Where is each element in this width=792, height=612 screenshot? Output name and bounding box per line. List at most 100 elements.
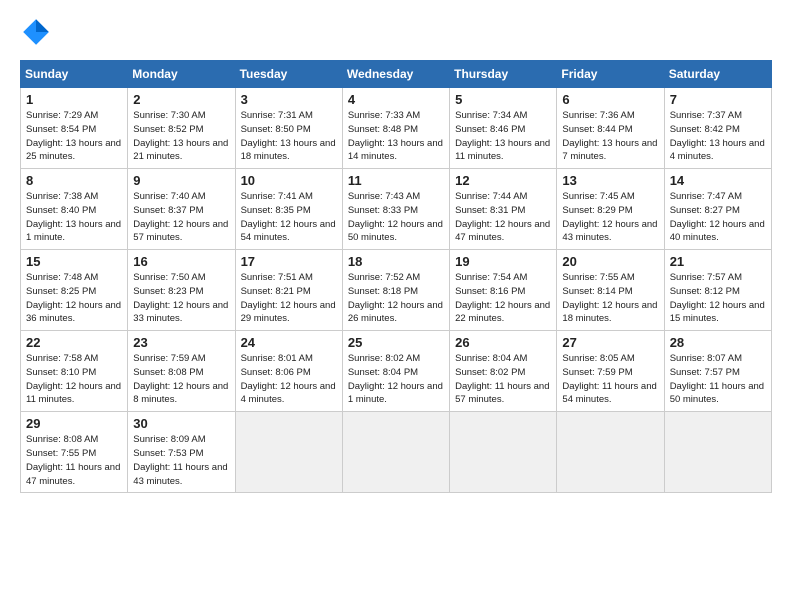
calendar-cell: 21 Sunrise: 7:57 AMSunset: 8:12 PMDayligh… bbox=[664, 250, 771, 331]
calendar-cell: 22Sunrise: 7:58 AMSunset: 8:10 PMDayligh… bbox=[21, 331, 128, 412]
calendar-cell: 16 Sunrise: 7:50 AMSunset: 8:23 PMDayligh… bbox=[128, 250, 235, 331]
calendar-cell: 24Sunrise: 8:01 AMSunset: 8:06 PMDayligh… bbox=[235, 331, 342, 412]
day-info: Sunrise: 7:54 AMSunset: 8:16 PMDaylight:… bbox=[455, 271, 551, 326]
calendar-cell: 2Sunrise: 7:30 AMSunset: 8:52 PMDaylight… bbox=[128, 88, 235, 169]
calendar-cell: 27 Sunrise: 8:05 AMSunset: 7:59 PMDayligh… bbox=[557, 331, 664, 412]
day-number: 1 bbox=[26, 92, 122, 107]
day-number: 7 bbox=[670, 92, 766, 107]
calendar-cell: 1 Sunrise: 7:29 AMSunset: 8:54 PMDaylight… bbox=[21, 88, 128, 169]
calendar-cell: 30 Sunrise: 8:09 AMSunset: 7:53 PMDayligh… bbox=[128, 412, 235, 493]
day-info: Sunrise: 7:51 AMSunset: 8:21 PMDaylight:… bbox=[241, 271, 337, 326]
weekday-thursday: Thursday bbox=[450, 61, 557, 88]
calendar-cell: 8 Sunrise: 7:38 AMSunset: 8:40 PMDaylight… bbox=[21, 169, 128, 250]
day-info: Sunrise: 7:45 AMSunset: 8:29 PMDaylight:… bbox=[562, 190, 658, 245]
calendar-cell: 26 Sunrise: 8:04 AMSunset: 8:02 PMDayligh… bbox=[450, 331, 557, 412]
weekday-wednesday: Wednesday bbox=[342, 61, 449, 88]
day-info: Sunrise: 8:02 AMSunset: 8:04 PMDaylight:… bbox=[348, 352, 444, 407]
day-info: Sunrise: 7:36 AMSunset: 8:44 PMDaylight:… bbox=[562, 109, 658, 164]
day-number: 29 bbox=[26, 416, 122, 431]
day-info: Sunrise: 7:55 AMSunset: 8:14 PMDaylight:… bbox=[562, 271, 658, 326]
header bbox=[20, 16, 772, 48]
calendar-cell: 20 Sunrise: 7:55 AMSunset: 8:14 PMDayligh… bbox=[557, 250, 664, 331]
calendar-cell: 29 Sunrise: 8:08 AMSunset: 7:55 PMDayligh… bbox=[21, 412, 128, 493]
day-number: 26 bbox=[455, 335, 551, 350]
calendar-cell: 15 Sunrise: 7:48 AMSunset: 8:25 PMDayligh… bbox=[21, 250, 128, 331]
day-info: Sunrise: 7:50 AMSunset: 8:23 PMDaylight:… bbox=[133, 271, 229, 326]
calendar-cell: 3 Sunrise: 7:31 AMSunset: 8:50 PMDaylight… bbox=[235, 88, 342, 169]
day-number: 30 bbox=[133, 416, 229, 431]
weekday-header-row: SundayMondayTuesdayWednesdayThursdayFrid… bbox=[21, 61, 772, 88]
day-info: Sunrise: 7:33 AMSunset: 8:48 PMDaylight:… bbox=[348, 109, 444, 164]
day-info: Sunrise: 7:52 AMSunset: 8:18 PMDaylight:… bbox=[348, 271, 444, 326]
day-number: 5 bbox=[455, 92, 551, 107]
day-number: 16 bbox=[133, 254, 229, 269]
calendar-cell bbox=[664, 412, 771, 493]
day-info: Sunrise: 7:38 AMSunset: 8:40 PMDaylight:… bbox=[26, 190, 122, 245]
calendar-cell: 19 Sunrise: 7:54 AMSunset: 8:16 PMDayligh… bbox=[450, 250, 557, 331]
day-info: Sunrise: 8:07 AMSunset: 7:57 PMDaylight:… bbox=[670, 352, 766, 407]
day-info: Sunrise: 8:08 AMSunset: 7:55 PMDaylight:… bbox=[26, 433, 122, 488]
weekday-friday: Friday bbox=[557, 61, 664, 88]
day-number: 27 bbox=[562, 335, 658, 350]
day-info: Sunrise: 7:40 AMSunset: 8:37 PMDaylight:… bbox=[133, 190, 229, 245]
calendar-cell: 13 Sunrise: 7:45 AMSunset: 8:29 PMDayligh… bbox=[557, 169, 664, 250]
day-number: 11 bbox=[348, 173, 444, 188]
day-number: 8 bbox=[26, 173, 122, 188]
day-number: 2 bbox=[133, 92, 229, 107]
logo-icon bbox=[20, 16, 52, 48]
day-info: Sunrise: 8:04 AMSunset: 8:02 PMDaylight:… bbox=[455, 352, 551, 407]
day-number: 20 bbox=[562, 254, 658, 269]
day-number: 28 bbox=[670, 335, 766, 350]
day-info: Sunrise: 7:58 AMSunset: 8:10 PMDaylight:… bbox=[26, 352, 122, 407]
calendar-cell: 17Sunrise: 7:51 AMSunset: 8:21 PMDayligh… bbox=[235, 250, 342, 331]
day-info: Sunrise: 7:29 AMSunset: 8:54 PMDaylight:… bbox=[26, 109, 122, 164]
calendar-week-4: 22Sunrise: 7:58 AMSunset: 8:10 PMDayligh… bbox=[21, 331, 772, 412]
calendar-cell bbox=[450, 412, 557, 493]
day-number: 13 bbox=[562, 173, 658, 188]
weekday-tuesday: Tuesday bbox=[235, 61, 342, 88]
calendar-cell: 10Sunrise: 7:41 AMSunset: 8:35 PMDayligh… bbox=[235, 169, 342, 250]
day-info: Sunrise: 7:47 AMSunset: 8:27 PMDaylight:… bbox=[670, 190, 766, 245]
day-info: Sunrise: 7:44 AMSunset: 8:31 PMDaylight:… bbox=[455, 190, 551, 245]
calendar-cell: 23Sunrise: 7:59 AMSunset: 8:08 PMDayligh… bbox=[128, 331, 235, 412]
day-number: 21 bbox=[670, 254, 766, 269]
day-info: Sunrise: 7:57 AMSunset: 8:12 PMDaylight:… bbox=[670, 271, 766, 326]
weekday-monday: Monday bbox=[128, 61, 235, 88]
calendar-cell: 12 Sunrise: 7:44 AMSunset: 8:31 PMDayligh… bbox=[450, 169, 557, 250]
calendar-week-3: 15 Sunrise: 7:48 AMSunset: 8:25 PMDayligh… bbox=[21, 250, 772, 331]
day-number: 3 bbox=[241, 92, 337, 107]
day-number: 4 bbox=[348, 92, 444, 107]
calendar-cell: 7 Sunrise: 7:37 AMSunset: 8:42 PMDaylight… bbox=[664, 88, 771, 169]
calendar-cell: 14Sunrise: 7:47 AMSunset: 8:27 PMDayligh… bbox=[664, 169, 771, 250]
calendar-table: SundayMondayTuesdayWednesdayThursdayFrid… bbox=[20, 60, 772, 493]
calendar-cell: 6 Sunrise: 7:36 AMSunset: 8:44 PMDaylight… bbox=[557, 88, 664, 169]
day-info: Sunrise: 8:05 AMSunset: 7:59 PMDaylight:… bbox=[562, 352, 658, 407]
logo bbox=[20, 16, 56, 48]
calendar-week-5: 29 Sunrise: 8:08 AMSunset: 7:55 PMDayligh… bbox=[21, 412, 772, 493]
day-info: Sunrise: 7:37 AMSunset: 8:42 PMDaylight:… bbox=[670, 109, 766, 164]
day-number: 18 bbox=[348, 254, 444, 269]
day-number: 6 bbox=[562, 92, 658, 107]
calendar-cell bbox=[342, 412, 449, 493]
day-number: 15 bbox=[26, 254, 122, 269]
calendar-cell: 18 Sunrise: 7:52 AMSunset: 8:18 PMDayligh… bbox=[342, 250, 449, 331]
calendar-cell bbox=[557, 412, 664, 493]
day-info: Sunrise: 7:59 AMSunset: 8:08 PMDaylight:… bbox=[133, 352, 229, 407]
weekday-sunday: Sunday bbox=[21, 61, 128, 88]
calendar-cell: 4 Sunrise: 7:33 AMSunset: 8:48 PMDaylight… bbox=[342, 88, 449, 169]
weekday-saturday: Saturday bbox=[664, 61, 771, 88]
day-number: 12 bbox=[455, 173, 551, 188]
calendar-week-1: 1 Sunrise: 7:29 AMSunset: 8:54 PMDaylight… bbox=[21, 88, 772, 169]
day-number: 9 bbox=[133, 173, 229, 188]
calendar-cell: 28 Sunrise: 8:07 AMSunset: 7:57 PMDayligh… bbox=[664, 331, 771, 412]
day-info: Sunrise: 8:09 AMSunset: 7:53 PMDaylight:… bbox=[133, 433, 229, 488]
day-info: Sunrise: 7:48 AMSunset: 8:25 PMDaylight:… bbox=[26, 271, 122, 326]
calendar-cell: 5 Sunrise: 7:34 AMSunset: 8:46 PMDaylight… bbox=[450, 88, 557, 169]
day-number: 24 bbox=[241, 335, 337, 350]
day-number: 19 bbox=[455, 254, 551, 269]
day-info: Sunrise: 7:41 AMSunset: 8:35 PMDaylight:… bbox=[241, 190, 337, 245]
calendar-cell bbox=[235, 412, 342, 493]
day-info: Sunrise: 7:31 AMSunset: 8:50 PMDaylight:… bbox=[241, 109, 337, 164]
calendar-week-2: 8 Sunrise: 7:38 AMSunset: 8:40 PMDaylight… bbox=[21, 169, 772, 250]
day-info: Sunrise: 7:34 AMSunset: 8:46 PMDaylight:… bbox=[455, 109, 551, 164]
